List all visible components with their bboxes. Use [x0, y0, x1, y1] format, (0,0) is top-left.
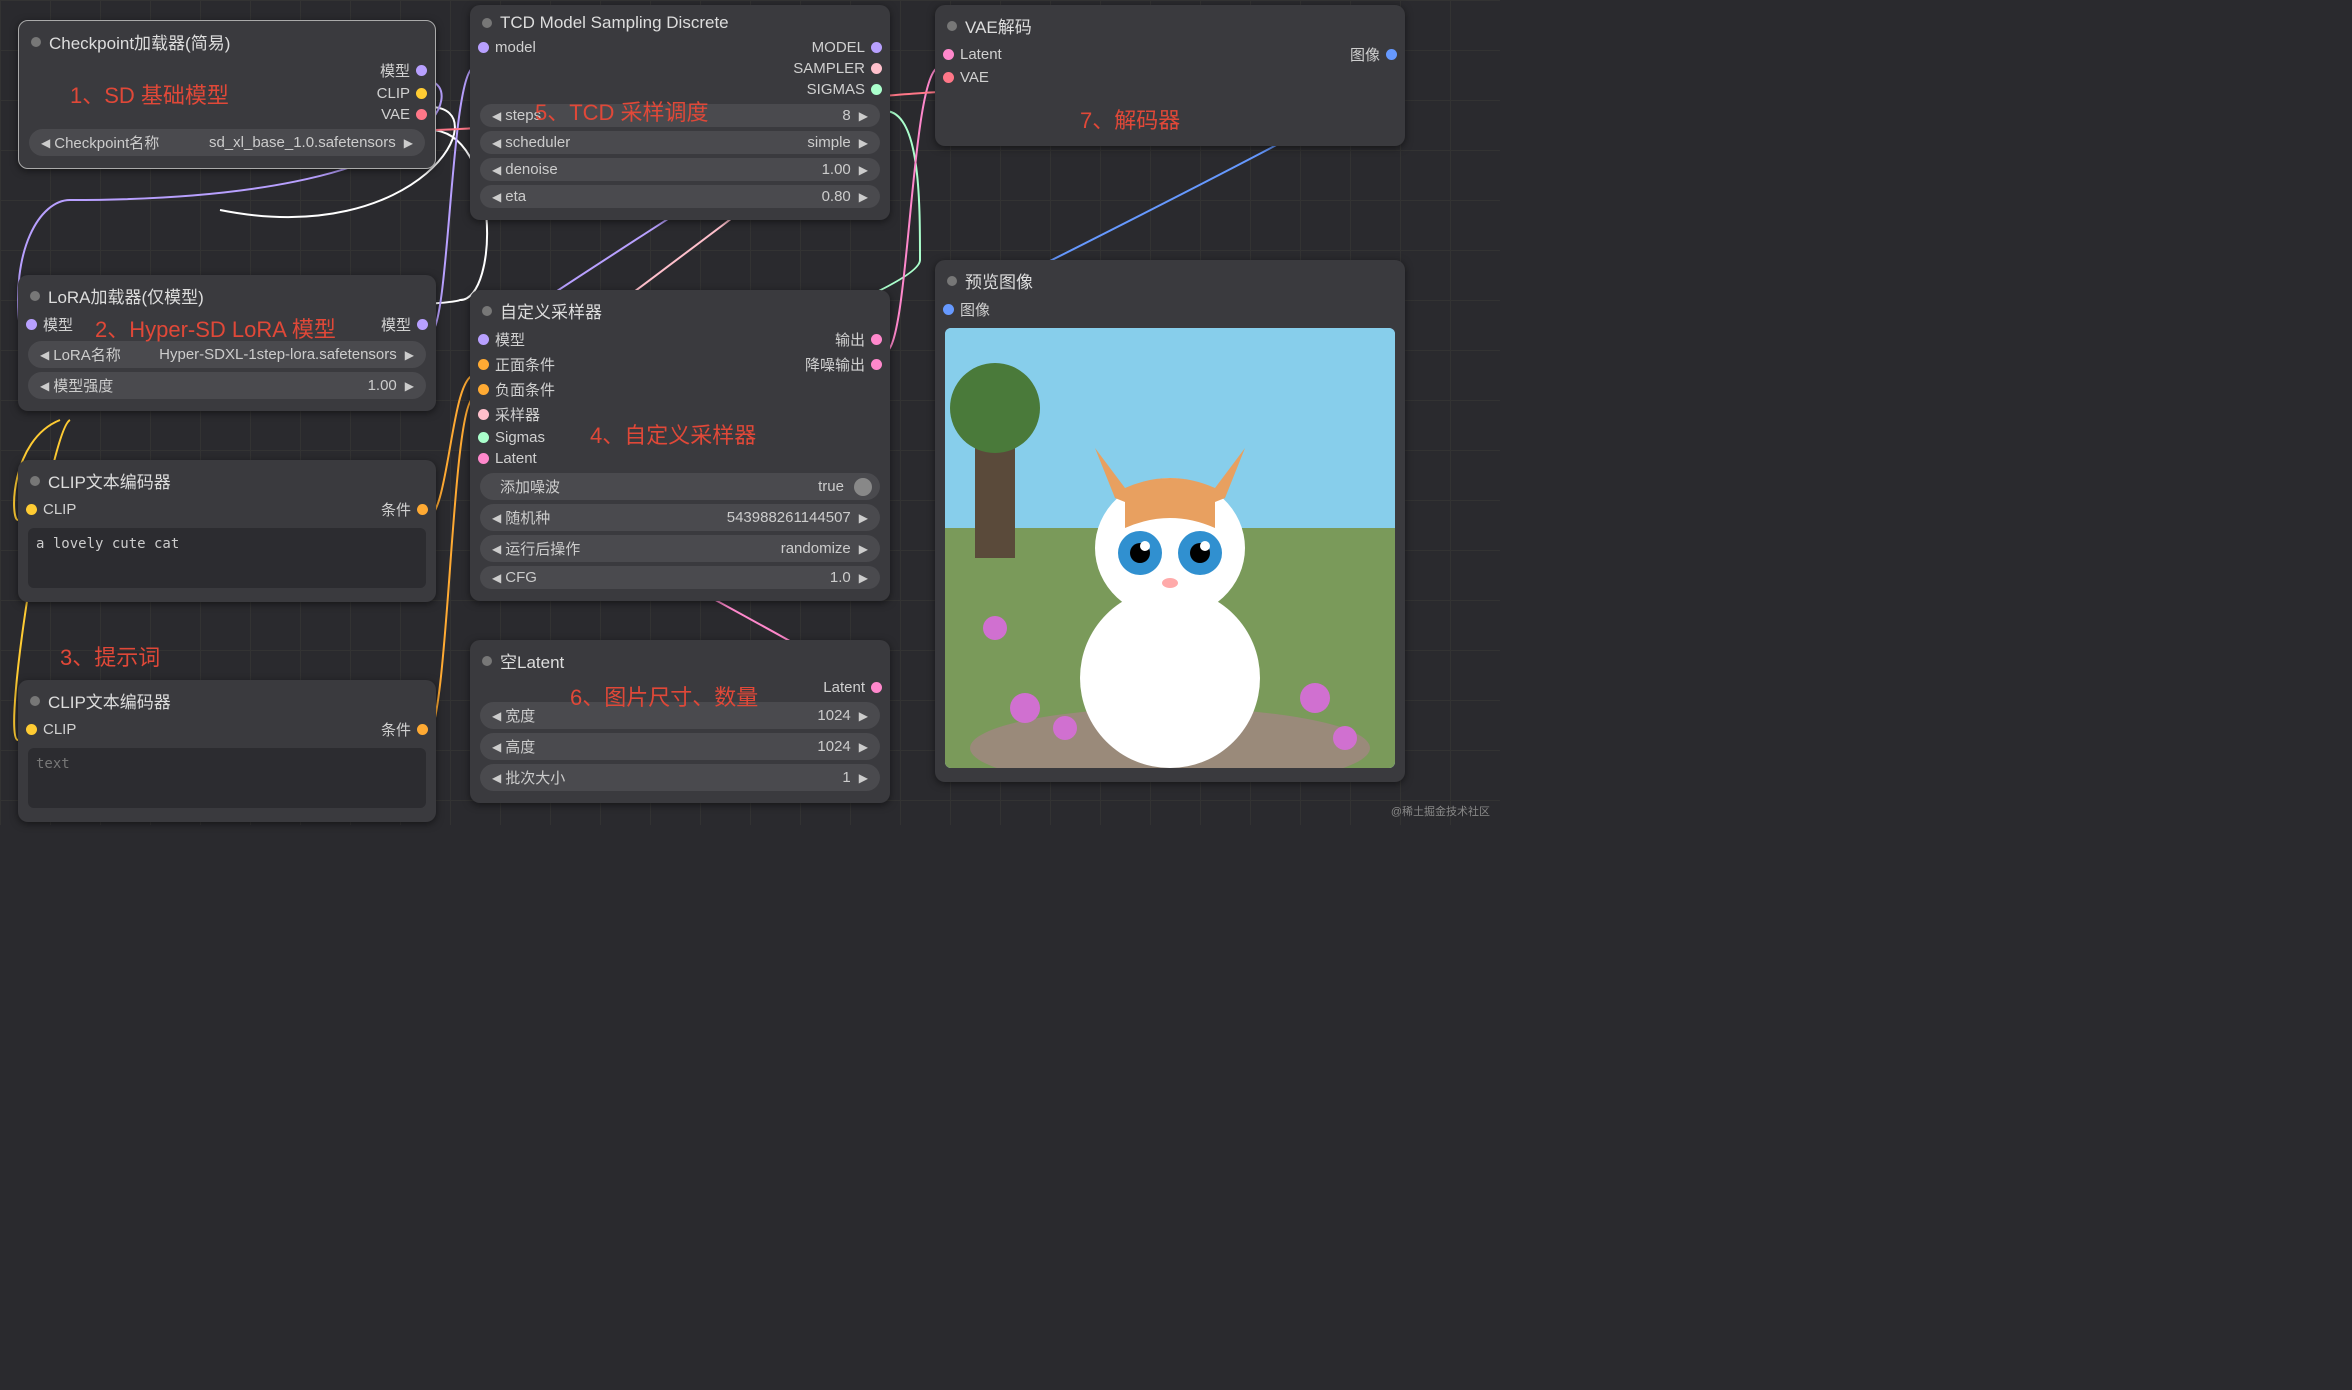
chevron-right-icon[interactable]: ▶	[855, 511, 872, 525]
chevron-right-icon[interactable]: ▶	[855, 571, 872, 585]
node-custom-sampler[interactable]: 自定义采样器 模型输出 正面条件降噪输出 负面条件 采样器 Sigmas Lat…	[470, 290, 890, 601]
annotation-3: 3、提示词	[60, 640, 160, 672]
chevron-left-icon[interactable]: ◀	[36, 379, 53, 393]
node-preview-image[interactable]: 预览图像 图像	[935, 260, 1405, 782]
port-pos-in[interactable]	[478, 359, 489, 370]
param-batch[interactable]: ◀批次大小1▶	[480, 764, 880, 791]
port-sigmas-out[interactable]	[871, 84, 882, 95]
chevron-left-icon[interactable]: ◀	[488, 771, 505, 785]
node-title: VAE解码	[965, 13, 1032, 38]
preview-image	[945, 328, 1395, 768]
chevron-right-icon[interactable]: ▶	[855, 190, 872, 204]
chevron-right-icon[interactable]: ▶	[855, 136, 872, 150]
node-title: 预览图像	[965, 268, 1033, 293]
port-latent-out[interactable]	[871, 682, 882, 693]
node-vae-decode[interactable]: VAE解码 Latent图像 VAE	[935, 5, 1405, 146]
port-clip-in[interactable]	[26, 504, 37, 515]
chevron-right-icon[interactable]: ▶	[855, 163, 872, 177]
chevron-left-icon[interactable]: ◀	[37, 136, 54, 150]
param-cfg[interactable]: ◀CFG1.0▶	[480, 566, 880, 589]
param-scheduler[interactable]: ◀schedulersimple▶	[480, 131, 880, 154]
port-latent-in[interactable]	[478, 453, 489, 464]
param-width[interactable]: ◀宽度1024▶	[480, 702, 880, 729]
port-neg-in[interactable]	[478, 384, 489, 395]
port-output[interactable]	[871, 334, 882, 345]
chevron-left-icon[interactable]: ◀	[488, 709, 505, 723]
chevron-right-icon[interactable]: ▶	[855, 542, 872, 556]
prompt-textarea[interactable]: text	[28, 748, 426, 808]
node-title: TCD Model Sampling Discrete	[500, 13, 729, 33]
chevron-right-icon[interactable]: ▶	[401, 379, 418, 393]
node-title: Checkpoint加载器(简易)	[49, 29, 230, 54]
port-image-in[interactable]	[943, 304, 954, 315]
port-model-out[interactable]	[871, 42, 882, 53]
param-checkpoint-name[interactable]: ◀ Checkpoint名称 sd_xl_base_1.0.safetensor…	[29, 129, 425, 156]
node-empty-latent[interactable]: 空Latent Latent ◀宽度1024▶ ◀高度1024▶ ◀批次大小1▶	[470, 640, 890, 803]
toggle-icon[interactable]	[854, 478, 872, 496]
chevron-right-icon[interactable]: ▶	[855, 109, 872, 123]
chevron-left-icon[interactable]: ◀	[488, 190, 505, 204]
port-model-in[interactable]	[478, 42, 489, 53]
node-title: 空Latent	[500, 648, 564, 673]
port-sampler-in[interactable]	[478, 409, 489, 420]
port-model-out[interactable]	[416, 65, 427, 76]
chevron-right-icon[interactable]: ▶	[400, 136, 417, 150]
chevron-left-icon[interactable]: ◀	[488, 571, 505, 585]
chevron-right-icon[interactable]: ▶	[855, 771, 872, 785]
port-clip-out[interactable]	[416, 88, 427, 99]
node-title: LoRA加载器(仅模型)	[48, 283, 204, 308]
node-tcd-sampling[interactable]: TCD Model Sampling Discrete model MODEL …	[470, 5, 890, 220]
param-steps[interactable]: ◀steps8▶	[480, 104, 880, 127]
node-clip-encoder-negative[interactable]: CLIP文本编码器 CLIP 条件 text	[18, 680, 436, 822]
node-checkpoint-loader[interactable]: Checkpoint加载器(简易) 模型 CLIP VAE ◀ Checkpoi…	[18, 20, 436, 169]
port-model-in[interactable]	[478, 334, 489, 345]
chevron-right-icon[interactable]: ▶	[855, 709, 872, 723]
port-model-out[interactable]	[417, 319, 428, 330]
port-sigmas-in[interactable]	[478, 432, 489, 443]
chevron-left-icon[interactable]: ◀	[488, 136, 505, 150]
node-title: CLIP文本编码器	[48, 688, 171, 713]
node-lora-loader[interactable]: LoRA加载器(仅模型) 模型 模型 ◀ LoRA名称 Hyper-SDXL-1…	[18, 275, 436, 411]
chevron-left-icon[interactable]: ◀	[36, 348, 53, 362]
chevron-left-icon[interactable]: ◀	[488, 511, 505, 525]
port-latent-in[interactable]	[943, 49, 954, 60]
param-eta[interactable]: ◀eta0.80▶	[480, 185, 880, 208]
port-model-in[interactable]	[26, 319, 37, 330]
chevron-left-icon[interactable]: ◀	[488, 109, 505, 123]
node-canvas[interactable]: Checkpoint加载器(简易) 模型 CLIP VAE ◀ Checkpoi…	[0, 0, 1500, 825]
param-seed[interactable]: ◀随机种543988261144507▶	[480, 504, 880, 531]
node-title: CLIP文本编码器	[48, 468, 171, 493]
param-height[interactable]: ◀高度1024▶	[480, 733, 880, 760]
chevron-right-icon[interactable]: ▶	[401, 348, 418, 362]
port-sampler-out[interactable]	[871, 63, 882, 74]
port-image-out[interactable]	[1386, 49, 1397, 60]
port-cond-out[interactable]	[417, 724, 428, 735]
port-cond-out[interactable]	[417, 504, 428, 515]
watermark: @稀土掘金技术社区	[1391, 803, 1490, 819]
param-lora-name[interactable]: ◀ LoRA名称 Hyper-SDXL-1step-lora.safetenso…	[28, 341, 426, 368]
port-vae-in[interactable]	[943, 72, 954, 83]
chevron-left-icon[interactable]: ◀	[488, 740, 505, 754]
chevron-right-icon[interactable]: ▶	[855, 740, 872, 754]
param-after-gen[interactable]: ◀运行后操作randomize▶	[480, 535, 880, 562]
param-add-noise[interactable]: 添加噪波true	[480, 473, 880, 500]
port-clip-in[interactable]	[26, 724, 37, 735]
param-denoise[interactable]: ◀denoise1.00▶	[480, 158, 880, 181]
prompt-textarea[interactable]: a lovely cute cat	[28, 528, 426, 588]
chevron-left-icon[interactable]: ◀	[488, 163, 505, 177]
port-vae-out[interactable]	[416, 109, 427, 120]
node-clip-encoder-positive[interactable]: CLIP文本编码器 CLIP 条件 a lovely cute cat	[18, 460, 436, 602]
chevron-left-icon[interactable]: ◀	[488, 542, 505, 556]
param-lora-strength[interactable]: ◀ 模型强度 1.00 ▶	[28, 372, 426, 399]
port-denoised-out[interactable]	[871, 359, 882, 370]
node-title: 自定义采样器	[500, 298, 602, 323]
